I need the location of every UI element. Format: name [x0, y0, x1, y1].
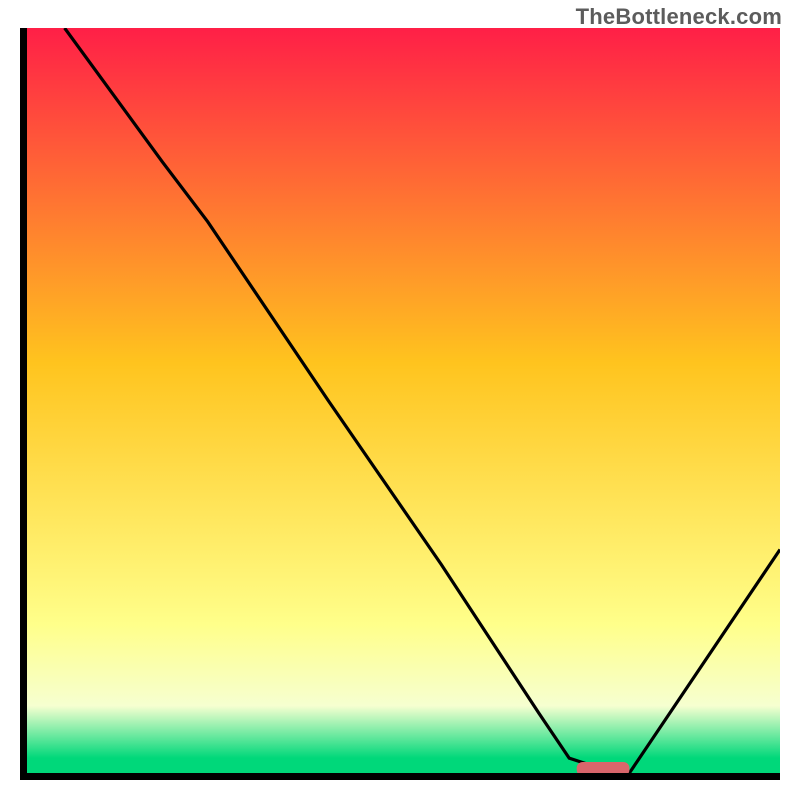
chart-container: TheBottleneck.com: [0, 0, 800, 800]
watermark-text: TheBottleneck.com: [576, 4, 782, 30]
plot-area: [27, 28, 780, 773]
plot-axes: [20, 28, 780, 780]
optimal-marker: [27, 28, 780, 773]
